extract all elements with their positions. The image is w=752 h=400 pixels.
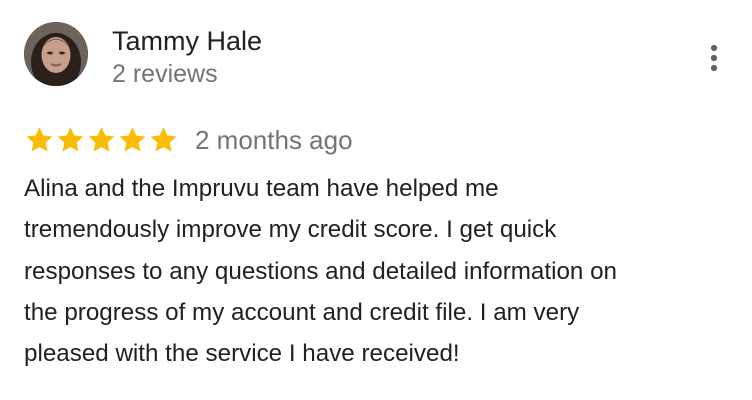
review-card: Tammy Hale 2 reviews 2 months ago Alina … [0, 0, 752, 400]
star-icon [26, 127, 53, 152]
more-vert-icon [710, 44, 718, 72]
review-text-line: tremendously improve my credit score. I … [24, 216, 557, 244]
review-text-line: the progress of my account and credit fi… [24, 298, 580, 326]
review-text-line: pleased with the service I have received… [24, 340, 460, 368]
star-icon [57, 127, 84, 152]
avatar[interactable] [24, 22, 88, 86]
review-text-line: Alina and the Impruvu team have helped m… [24, 175, 499, 202]
star-icon [150, 127, 177, 152]
star-rating [24, 125, 179, 155]
review-text: Alina and the Impruvu team have helped m… [24, 168, 724, 374]
review-text-line: responses to any questions and detailed … [24, 257, 617, 285]
star-icon [88, 127, 115, 152]
star-icon [119, 127, 146, 152]
reviewer-name[interactable]: Tammy Hale [112, 24, 262, 58]
more-options-button[interactable] [700, 40, 728, 76]
rating-row: 2 months ago [24, 122, 353, 158]
review-time: 2 months ago [195, 125, 353, 155]
review-count[interactable]: 2 reviews [112, 58, 218, 90]
